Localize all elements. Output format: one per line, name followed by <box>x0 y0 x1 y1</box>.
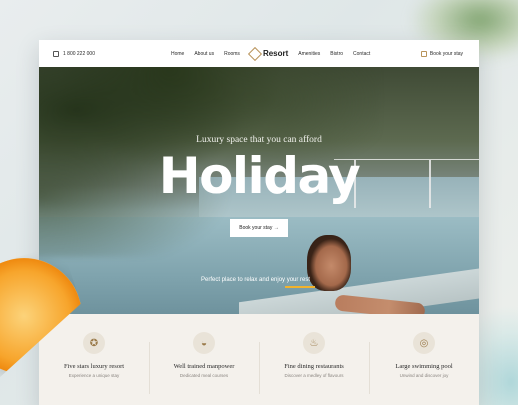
hero-headline: Holiday <box>158 147 361 205</box>
brand-logo[interactable]: Resort <box>247 46 289 61</box>
phone-number: 1 800 222 000 <box>63 50 95 57</box>
feature-title: Five stars luxury resort <box>63 363 125 370</box>
feature-manpower: ◒ Well trained manpower Dedicated meal c… <box>149 332 259 405</box>
top-nav: 1 800 222 000 Home About us Rooms Resort… <box>39 40 479 67</box>
website-card: 1 800 222 000 Home About us Rooms Resort… <box>39 40 479 405</box>
book-your-stay-button[interactable]: Book your stay → <box>230 219 288 237</box>
feature-pool: ◎ Large swimming pool Unwind and discove… <box>369 332 479 405</box>
logo-icon <box>247 46 263 61</box>
book-stay-link[interactable]: Book your stay <box>420 50 463 57</box>
book-stay-label: Book your stay <box>429 50 463 57</box>
hero-section: Luxury space that you can afford Holiday… <box>39 67 479 314</box>
nav-links-left: Home About us Rooms <box>171 51 240 57</box>
lifebuoy-icon: ◎ <box>413 332 435 354</box>
brand-name: Resort <box>262 49 289 58</box>
feature-desc: Discover a medley of flavours <box>284 373 344 378</box>
nav-links-right: Amenities Bistro Contact <box>298 51 370 57</box>
feature-title: Well trained manpower <box>173 363 235 370</box>
nav-link-about[interactable]: About us <box>194 51 214 57</box>
features-strip: ✪ Five stars luxury resort Experience a … <box>39 314 479 405</box>
nav-link-bistro[interactable]: Bistro <box>330 51 343 57</box>
chef-hat-icon: ♨ <box>303 332 325 354</box>
feature-title: Large swimming pool <box>395 363 453 370</box>
feature-dining: ♨ Fine dining restaurants Discover a med… <box>259 332 369 405</box>
nav-link-home[interactable]: Home <box>171 51 184 57</box>
feature-title: Fine dining restaurants <box>284 363 344 370</box>
nav-link-amenities[interactable]: Amenities <box>298 51 320 57</box>
hero-text: Luxury space that you can afford Holiday… <box>39 67 479 314</box>
calendar-icon <box>420 50 427 57</box>
subline-underline <box>285 286 315 288</box>
hero-subline: Perfect place to relax and enjoy your re… <box>201 277 311 283</box>
feature-desc: Unwind and discover joy <box>399 373 449 378</box>
phone-icon <box>53 50 59 57</box>
feature-desc: Experience a unique stay <box>68 373 120 378</box>
dish-icon: ◒ <box>193 332 215 354</box>
award-icon: ✪ <box>83 332 105 354</box>
phone-contact[interactable]: 1 800 222 000 <box>53 50 153 57</box>
hero-tagline: Luxury space that you can afford <box>196 135 322 145</box>
feature-desc: Dedicated meal courses <box>179 373 229 378</box>
feature-luxury: ✪ Five stars luxury resort Experience a … <box>39 332 149 405</box>
nav-link-rooms[interactable]: Rooms <box>224 51 240 57</box>
nav-link-contact[interactable]: Contact <box>353 51 370 57</box>
